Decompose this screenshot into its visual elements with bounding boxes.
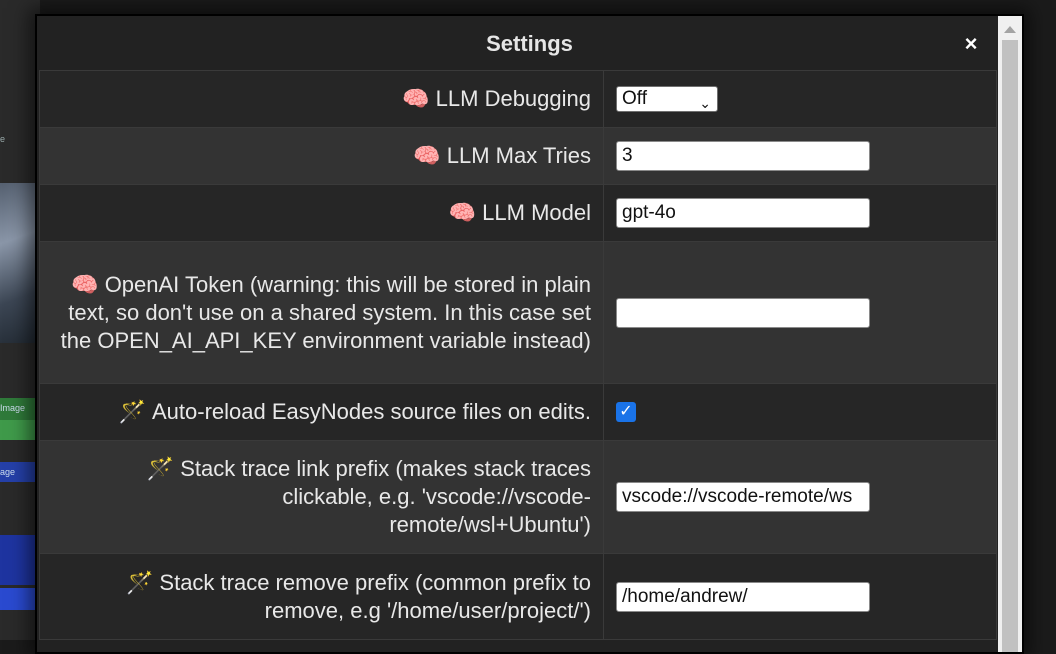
- setting-control: [603, 241, 997, 384]
- background-node: Image: [0, 398, 38, 420]
- setting-label-text: Stack trace remove prefix (common prefix…: [159, 569, 591, 623]
- dialog-title-text: Settings: [486, 31, 573, 56]
- brain-icon: 🧠: [71, 271, 99, 297]
- background-node: [0, 588, 38, 610]
- setting-label: 🧠 LLM Model: [39, 184, 604, 242]
- stack-trace-link-prefix-input[interactable]: vscode://vscode-remote/ws: [616, 482, 870, 512]
- background-text: Image: [0, 403, 26, 413]
- setting-row-auto-reload: 🪄 Auto-reload EasyNodes source files on e…: [39, 383, 997, 441]
- setting-label-text: Auto-reload EasyNodes source files on ed…: [151, 399, 591, 424]
- setting-row-llm-max-tries: 🧠 LLM Max Tries 3: [39, 127, 997, 185]
- background-image: [0, 183, 40, 343]
- setting-label-text: LLM Max Tries: [446, 143, 591, 168]
- brain-icon: 🧠: [448, 200, 477, 225]
- setting-label: 🪄 Auto-reload EasyNodes source files on e…: [39, 383, 604, 441]
- setting-label-text: LLM Debugging: [435, 86, 591, 111]
- scrollbar-thumb[interactable]: [1002, 40, 1018, 652]
- stack-trace-remove-prefix-input[interactable]: /home/andrew/: [616, 581, 870, 612]
- setting-row-stack-trace-remove-prefix: 🪄 Stack trace remove prefix (common prefi…: [39, 553, 997, 640]
- scroll-up-arrow-icon[interactable]: [1004, 26, 1016, 33]
- magic-wand-icon: 🪄: [118, 399, 146, 424]
- setting-label-text: OpenAI Token (warning: this will be stor…: [60, 271, 591, 353]
- setting-row-stack-trace-link-prefix: 🪄 Stack trace link prefix (makes stack tr…: [39, 440, 997, 554]
- setting-label: 🧠 OpenAI Token (warning: this will be sto…: [39, 241, 604, 384]
- setting-label: 🪄 Stack trace link prefix (makes stack tr…: [39, 440, 604, 554]
- setting-label-text: Stack trace link prefix (makes stack tra…: [180, 456, 591, 537]
- setting-row-llm-debugging: 🧠 LLM Debugging Off ⌄: [39, 70, 997, 128]
- background-node: age: [0, 462, 38, 482]
- chevron-down-icon: ⌄: [699, 95, 711, 111]
- brain-icon: 🧠: [413, 143, 441, 168]
- setting-label: 🧠 LLM Debugging: [39, 70, 604, 128]
- setting-control: /home/andrew/: [603, 553, 997, 640]
- settings-table: 🧠 LLM Debugging Off ⌄ 🧠 LLM Max Tries 3 🧠 LL…: [39, 70, 997, 640]
- magic-wand-icon: 🪄: [126, 569, 154, 595]
- background-text: e: [0, 134, 6, 144]
- select-value: Off: [622, 88, 647, 109]
- background-node: [0, 535, 38, 585]
- setting-control: gpt-4o: [603, 184, 997, 242]
- openai-token-input[interactable]: [616, 297, 870, 328]
- setting-control: vscode://vscode-remote/ws: [603, 440, 997, 554]
- llm-model-input[interactable]: gpt-4o: [616, 198, 870, 228]
- brain-icon: 🧠: [402, 86, 430, 111]
- llm-max-tries-input[interactable]: 3: [616, 141, 870, 171]
- setting-label: 🧠 LLM Max Tries: [39, 127, 604, 185]
- background-node: [0, 420, 38, 440]
- magic-wand-icon: 🪄: [146, 456, 175, 481]
- llm-debugging-select[interactable]: Off ⌄: [616, 86, 718, 112]
- scrollbar[interactable]: [998, 16, 1022, 652]
- settings-dialog: Settings × 🧠 LLM Debugging Off ⌄ 🧠 LLM Max …: [35, 14, 1024, 654]
- setting-row-openai-token: 🧠 OpenAI Token (warning: this will be sto…: [39, 241, 997, 384]
- auto-reload-checkbox[interactable]: ✓: [616, 402, 636, 422]
- setting-control: Off ⌄: [603, 70, 997, 128]
- close-icon[interactable]: ×: [956, 16, 986, 72]
- setting-control: 3: [603, 127, 997, 185]
- dialog-title: Settings ×: [37, 16, 1022, 72]
- setting-control: ✓: [603, 383, 997, 441]
- setting-label: 🪄 Stack trace remove prefix (common prefi…: [39, 553, 604, 640]
- setting-label-text: LLM Model: [482, 200, 591, 225]
- background-text: age: [0, 467, 16, 477]
- setting-row-llm-model: 🧠 LLM Model gpt-4o: [39, 184, 997, 242]
